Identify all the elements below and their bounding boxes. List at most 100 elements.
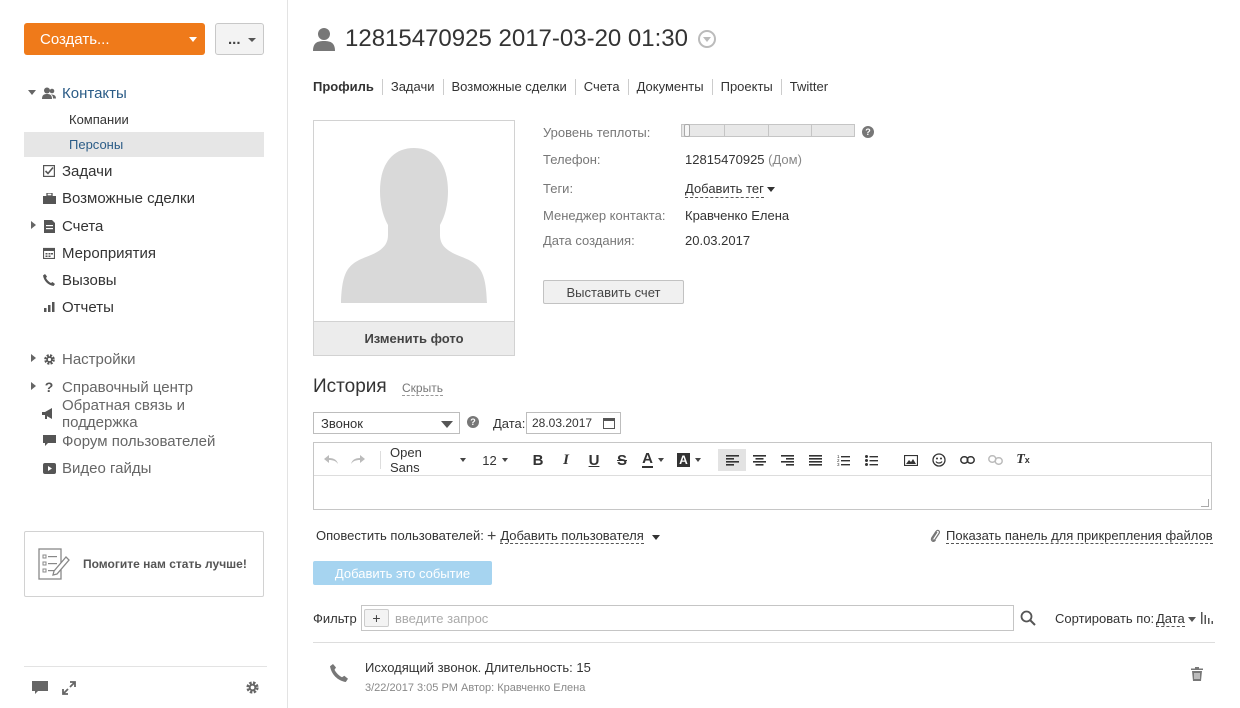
feedback-banner[interactable]: Помогите нам стать лучше! (24, 531, 264, 597)
tab-projects[interactable]: Проекты (711, 79, 781, 95)
strikethrough-icon[interactable]: S (611, 449, 633, 471)
sidebar-item-companies[interactable]: Компании (24, 107, 264, 132)
tab-deals[interactable]: Возможные сделки (442, 79, 575, 95)
trash-icon[interactable] (1191, 667, 1203, 681)
unlink-icon[interactable] (984, 449, 1006, 471)
chevron-down-icon[interactable] (697, 30, 716, 48)
change-photo-button[interactable]: Изменить фото (314, 321, 514, 355)
tab-profile[interactable]: Профиль (313, 79, 382, 95)
more-button[interactable]: ... (215, 23, 264, 55)
survey-icon (38, 548, 70, 580)
add-user-link[interactable]: + Добавить пользователя (487, 528, 644, 544)
date-input[interactable]: 28.03.2017 (526, 412, 621, 434)
attach-files-link[interactable]: Показать панель для прикрепления файлов (930, 528, 1213, 544)
sidebar-item-settings[interactable]: Настройки (24, 346, 264, 372)
italic-icon[interactable]: I (555, 449, 577, 471)
chevron-down-icon[interactable] (767, 187, 775, 192)
question-icon[interactable]: ? (467, 416, 479, 428)
tab-twitter[interactable]: Twitter (780, 79, 836, 95)
history-hide-link[interactable]: Скрыть (402, 381, 443, 396)
emoji-icon[interactable] (928, 449, 950, 471)
chevron-down-icon[interactable] (1188, 617, 1196, 622)
text-color-icon[interactable]: A (639, 449, 667, 471)
align-left-icon[interactable] (718, 449, 746, 471)
redo-icon[interactable] (347, 449, 369, 471)
create-button[interactable]: Создать... (24, 23, 205, 55)
bold-icon[interactable]: B (527, 449, 549, 471)
person-icon (313, 28, 335, 51)
add-event-button[interactable]: Добавить это событие (313, 561, 492, 585)
question-icon[interactable]: ? (862, 126, 874, 138)
sidebar-item-video-guides[interactable]: Видео гайды (24, 455, 264, 481)
bullet-list-icon[interactable] (860, 449, 882, 471)
created-label: Дата создания: (543, 233, 635, 248)
gear-icon (42, 352, 56, 366)
filter-input[interactable]: + введите запрос (361, 605, 1014, 631)
font-size-select[interactable]: 12 (479, 449, 511, 471)
event-type-select[interactable]: Звонок (313, 412, 460, 434)
search-icon[interactable] (1020, 610, 1036, 626)
link-icon[interactable] (956, 449, 978, 471)
expand-arrow-icon[interactable] (31, 354, 36, 362)
date-label: Дата: (493, 416, 526, 431)
sidebar-item-tasks[interactable]: Задачи (24, 158, 264, 184)
slider-handle[interactable] (684, 124, 690, 137)
tab-invoices[interactable]: Счета (574, 79, 628, 95)
chevron-down-icon[interactable] (652, 535, 660, 540)
undo-icon[interactable] (320, 449, 342, 471)
tab-tasks[interactable]: Задачи (381, 79, 443, 95)
sort-direction-icon[interactable] (1201, 612, 1213, 624)
gear-icon[interactable] (245, 680, 260, 695)
event-title: Исходящий звонок. Длительность: 15 (365, 660, 591, 675)
event-editor[interactable]: Open Sans 12 B I U S A A 123 Tx (313, 442, 1212, 510)
event-meta: 3/22/2017 3:05 PM Автор: Кравченко Елена (365, 682, 586, 694)
font-family-value: Open Sans (390, 445, 422, 475)
add-filter-button[interactable]: + (364, 609, 389, 627)
sidebar-item-calls[interactable]: Вызовы (24, 267, 264, 293)
page-header: 12815470925 2017-03-20 01:30 (313, 24, 716, 54)
add-tag-link[interactable]: Добавить тег (685, 181, 764, 198)
underline-icon[interactable]: U (583, 449, 605, 471)
numbered-list-icon[interactable]: 123 (832, 449, 854, 471)
page-title: 12815470925 2017-03-20 01:30 (345, 25, 688, 52)
align-justify-icon[interactable] (804, 449, 826, 471)
create-invoice-label: Выставить счет (566, 284, 661, 300)
chevron-down-icon (189, 37, 197, 42)
align-right-icon[interactable] (776, 449, 798, 471)
heat-level-slider[interactable] (681, 124, 855, 137)
heat-level-label: Уровень теплоты: (543, 125, 651, 140)
expand-arrow-icon[interactable] (31, 382, 36, 390)
sidebar-item-persons[interactable]: Персоны (24, 132, 264, 157)
sidebar-item-forum[interactable]: Форум пользователей (24, 428, 264, 454)
expand-arrow-icon[interactable] (31, 221, 36, 229)
chat-icon (42, 434, 56, 448)
manager-value: Кравченко Елена (685, 208, 790, 223)
expand-icon[interactable] (62, 681, 76, 695)
tab-documents[interactable]: Документы (627, 79, 712, 95)
sidebar-item-reports[interactable]: Отчеты (24, 294, 264, 320)
expand-arrow-icon[interactable] (28, 90, 36, 95)
resize-handle[interactable] (1201, 499, 1209, 507)
change-photo-label: Изменить фото (364, 331, 464, 346)
font-size-value: 12 (482, 452, 497, 468)
sidebar-item-label: Контакты (62, 84, 127, 102)
create-invoice-button[interactable]: Выставить счет (543, 280, 684, 304)
sidebar-item-events[interactable]: Мероприятия (24, 240, 264, 266)
clear-format-icon[interactable]: Tx (1012, 449, 1034, 471)
highlight-color-icon[interactable]: A (675, 449, 703, 471)
sidebar-item-invoices[interactable]: Счета (24, 213, 264, 239)
sidebar-item-deals[interactable]: Возможные сделки (24, 185, 264, 211)
sidebar-item-label: Компании (69, 112, 129, 127)
created-value: 20.03.2017 (685, 233, 751, 248)
sidebar-item-label: Видео гайды (62, 459, 152, 477)
phone-icon (330, 664, 348, 682)
notify-users-label: Оповестить пользователей: (316, 528, 484, 543)
sidebar-item-feedback[interactable]: Обратная связь и поддержка (24, 397, 264, 431)
font-family-select[interactable]: Open Sans (390, 445, 466, 475)
chat-icon[interactable] (32, 681, 48, 695)
align-center-icon[interactable] (748, 449, 770, 471)
calendar-icon[interactable] (603, 418, 615, 429)
image-icon[interactable] (900, 449, 922, 471)
sort-field-select[interactable]: Дата (1156, 611, 1185, 627)
sidebar-item-contacts[interactable]: Контакты (24, 80, 264, 106)
